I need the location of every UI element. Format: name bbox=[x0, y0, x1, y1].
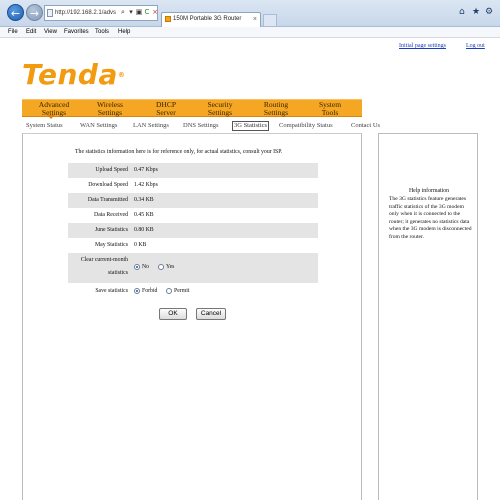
stat-value: 0.45 KB bbox=[134, 212, 154, 218]
save-statistics-row: Save statistics Forbid Permit bbox=[68, 284, 318, 299]
menu-favorites[interactable]: Favorites bbox=[64, 27, 89, 38]
stat-row-june: June Statistics 0.80 KB bbox=[68, 223, 318, 238]
compat-view-icon[interactable]: ▣ bbox=[135, 5, 143, 19]
subnav-system-status[interactable]: System Status bbox=[26, 121, 63, 131]
stat-label: June Statistics bbox=[94, 227, 128, 233]
nav-pointer-icon bbox=[47, 115, 55, 119]
sub-nav: System Status WAN Settings LAN Settings … bbox=[22, 121, 380, 131]
refresh-icon[interactable]: C bbox=[143, 5, 151, 19]
clear-label-line1: Clear current-month bbox=[80, 257, 128, 263]
clear-no-option[interactable]: No bbox=[134, 260, 149, 275]
stat-value: 0.80 KB bbox=[134, 227, 154, 233]
menu-tools[interactable]: Tools bbox=[95, 27, 109, 38]
forward-button[interactable]: → bbox=[26, 4, 43, 21]
nav-routing-settings[interactable]: Routing Settings bbox=[254, 101, 298, 117]
nav-wireless-settings[interactable]: Wireless Settings bbox=[86, 101, 134, 117]
clear-yes-label: Yes bbox=[166, 264, 175, 270]
stat-label: Data Transmitted bbox=[87, 197, 128, 203]
initial-settings-link[interactable]: Initial page settings bbox=[399, 43, 446, 49]
cancel-button[interactable]: Cancel bbox=[196, 308, 226, 320]
clear-yes-option[interactable]: Yes bbox=[158, 260, 174, 275]
subnav-wan-settings[interactable]: WAN Settings bbox=[80, 121, 117, 131]
menu-view[interactable]: View bbox=[44, 27, 57, 38]
logout-link[interactable]: Log out bbox=[466, 43, 485, 49]
menu-edit[interactable]: Edit bbox=[26, 27, 36, 38]
back-button[interactable]: ← bbox=[7, 4, 24, 21]
favorites-star-icon[interactable]: ★ bbox=[472, 6, 480, 18]
stat-label: Data Received bbox=[94, 212, 128, 218]
subnav-compatibility-status[interactable]: Compatibility Status bbox=[279, 121, 333, 131]
page-icon bbox=[47, 9, 53, 17]
browser-toolbar: ← → http://192.168.2.1/advs ⌕ ▾ ▣ C × 15… bbox=[0, 0, 500, 27]
content-panel: The statistics information here is for r… bbox=[22, 133, 362, 500]
clear-statistics-row: Clear current-month statistics No Yes bbox=[68, 253, 318, 283]
radio-checked-icon[interactable] bbox=[134, 263, 140, 270]
radio-icon[interactable] bbox=[158, 263, 164, 270]
main-nav: Advanced Settings Wireless Settings DHCP… bbox=[22, 99, 362, 117]
subnav-dns-settings[interactable]: DNS Settings bbox=[183, 121, 219, 131]
stat-value: 0 KB bbox=[134, 242, 147, 248]
stat-row-transmitted: Data Transmitted 0.34 KB bbox=[68, 193, 318, 208]
help-panel: Help information The 3G statistics featu… bbox=[378, 133, 478, 500]
search-icon[interactable]: ⌕ bbox=[119, 5, 127, 19]
menu-help[interactable]: Help bbox=[118, 27, 130, 38]
menu-bar: File Edit View Favorites Tools Help bbox=[0, 27, 500, 38]
tenda-logo: Tenda® bbox=[22, 59, 125, 91]
save-forbid-label: Forbid bbox=[142, 288, 158, 294]
radio-icon[interactable] bbox=[166, 287, 172, 294]
ok-button[interactable]: OK bbox=[159, 308, 187, 320]
save-label: Save statistics bbox=[95, 288, 128, 294]
stat-label: May Statistics bbox=[94, 242, 128, 248]
nav-security-settings[interactable]: Security Settings bbox=[198, 101, 242, 117]
address-text: http://192.168.2.1/advs bbox=[55, 10, 117, 16]
new-tab-button[interactable] bbox=[263, 14, 277, 26]
nav-system-tools[interactable]: System Tools bbox=[310, 101, 350, 117]
radio-checked-icon[interactable] bbox=[134, 287, 140, 294]
subnav-3g-statistics[interactable]: 3G Statistics bbox=[232, 121, 270, 131]
stat-value: 0.47 Kbps bbox=[134, 167, 158, 173]
tab-title: 150M Portable 3G Router bbox=[173, 16, 242, 22]
registered-mark: ® bbox=[117, 71, 126, 79]
stat-row-upload: Upload Speed 0.47 Kbps bbox=[68, 163, 318, 178]
stat-row-download: Download Speed 1.42 Kbps bbox=[68, 178, 318, 193]
tab-close-icon[interactable]: × bbox=[253, 13, 257, 26]
gear-icon[interactable]: ⚙ bbox=[485, 6, 493, 18]
help-text: The 3G statistics feature generates traf… bbox=[389, 196, 472, 240]
save-permit-option[interactable]: Permit bbox=[166, 284, 189, 299]
home-icon[interactable]: ⌂ bbox=[459, 6, 465, 18]
subnav-contact-us[interactable]: Contact Us bbox=[351, 121, 380, 131]
save-permit-label: Permit bbox=[174, 288, 190, 294]
clear-label-line2: statistics bbox=[108, 270, 128, 276]
tenda-favicon-icon bbox=[165, 16, 171, 22]
stop-icon[interactable]: × bbox=[151, 5, 159, 19]
help-title: Help information bbox=[408, 188, 450, 194]
stat-label: Download Speed bbox=[88, 182, 128, 188]
save-forbid-option[interactable]: Forbid bbox=[134, 284, 157, 299]
browser-tab[interactable]: 150M Portable 3G Router × bbox=[161, 12, 261, 27]
dropdown-icon[interactable]: ▾ bbox=[127, 5, 135, 19]
logo-text: Tenda bbox=[22, 58, 118, 91]
clear-no-label: No bbox=[142, 264, 150, 270]
forward-arrow-icon: → bbox=[29, 7, 40, 20]
nav-dhcp-server[interactable]: DHCP Server bbox=[146, 101, 186, 117]
stat-value: 1.42 Kbps bbox=[134, 182, 158, 188]
menu-file[interactable]: File bbox=[8, 27, 18, 38]
stat-label: Upload Speed bbox=[95, 167, 128, 173]
stat-row-received: Data Received 0.45 KB bbox=[68, 208, 318, 223]
intro-text: The statistics information here is for r… bbox=[75, 149, 283, 155]
subnav-lan-settings[interactable]: LAN Settings bbox=[133, 121, 169, 131]
stat-row-may: May Statistics 0 KB bbox=[68, 238, 318, 253]
back-arrow-icon: ← bbox=[10, 7, 21, 20]
stat-value: 0.34 KB bbox=[134, 197, 154, 203]
router-page: Initial page settings Log out Tenda® Adv… bbox=[0, 39, 500, 500]
